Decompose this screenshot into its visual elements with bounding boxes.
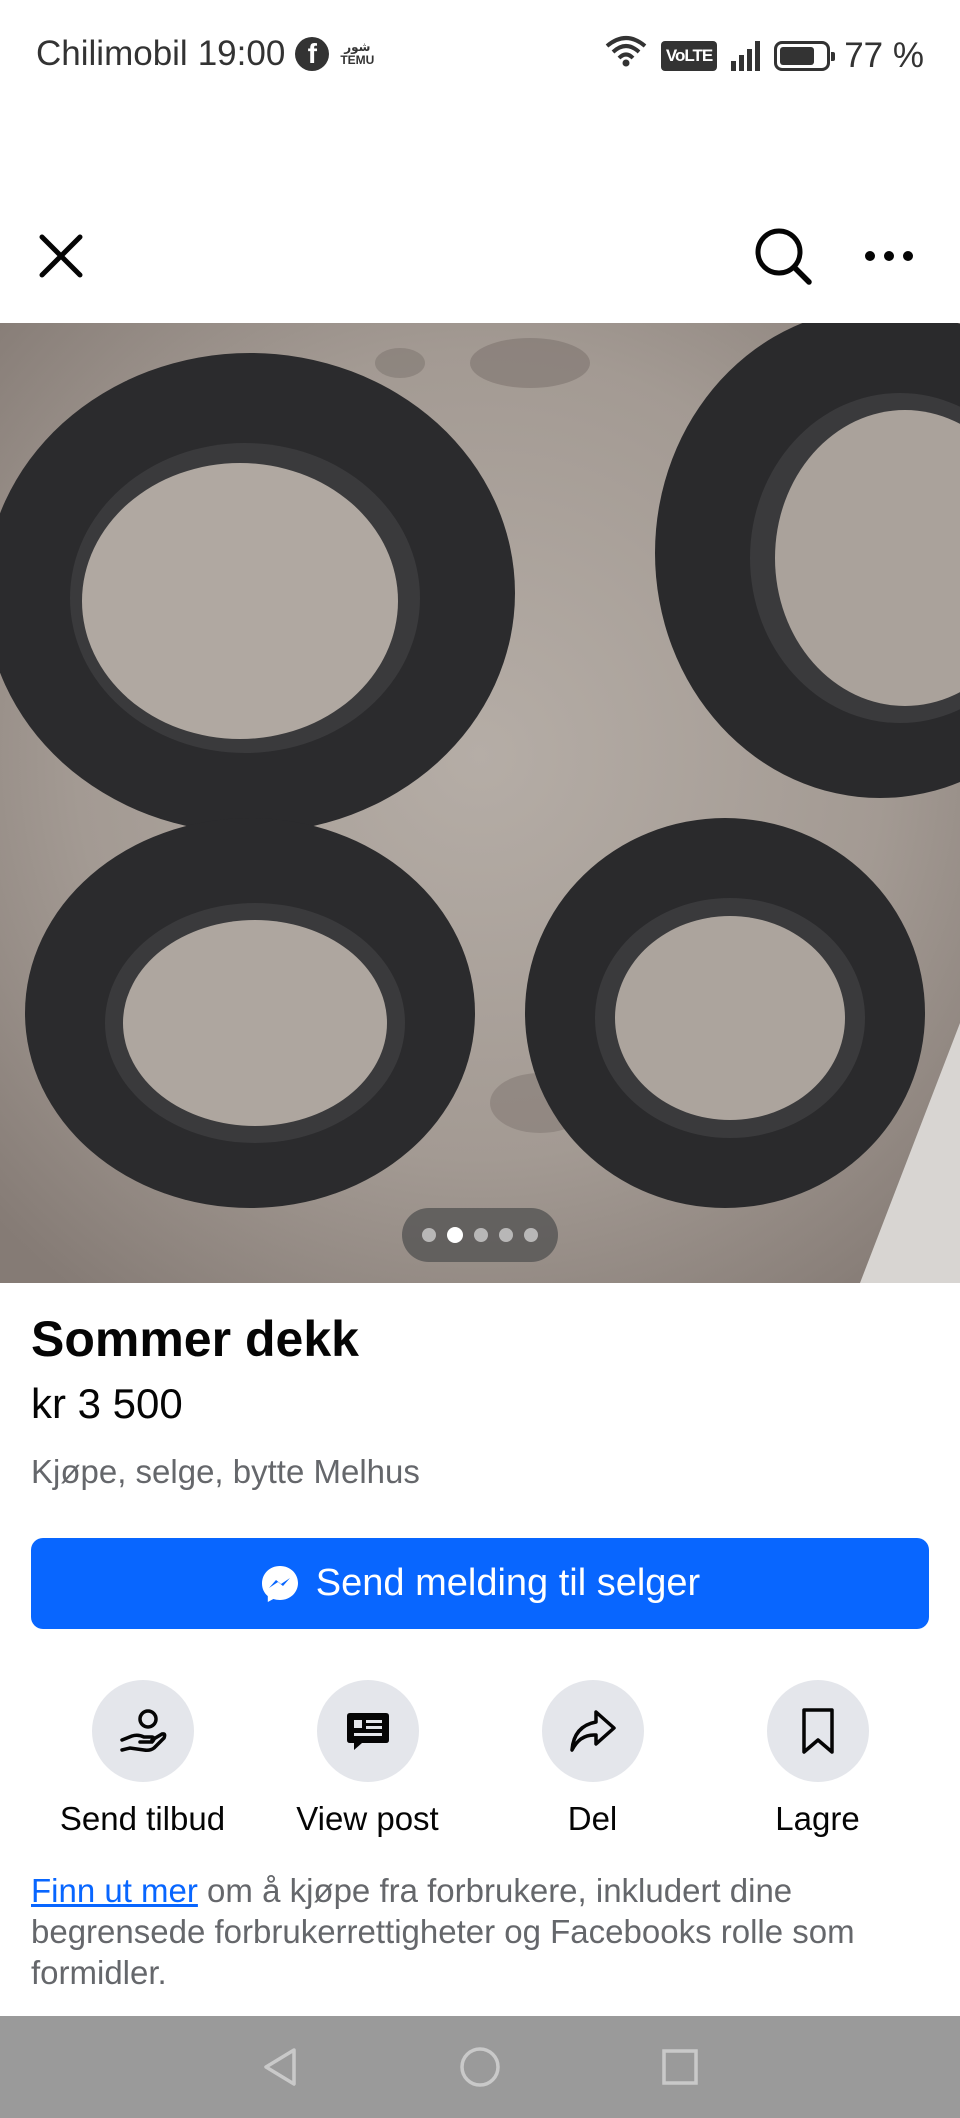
more-horizontal-icon bbox=[865, 251, 913, 261]
battery-icon bbox=[774, 40, 836, 71]
share-action[interactable]: Del bbox=[480, 1680, 705, 1838]
pager-dot bbox=[447, 1227, 463, 1243]
consumer-info-text: Finn ut mer om å kjøpe fra forbrukere, i… bbox=[31, 1870, 941, 1993]
bookmark-icon bbox=[801, 1708, 834, 1754]
save-label: Lagre bbox=[775, 1800, 860, 1837]
send-offer-button[interactable] bbox=[91, 1680, 194, 1782]
listing-header bbox=[0, 200, 960, 312]
messenger-icon bbox=[260, 1564, 300, 1604]
save-action[interactable]: Lagre bbox=[705, 1680, 930, 1838]
battery-fill bbox=[780, 46, 815, 65]
status-time: 19:00 bbox=[197, 34, 286, 73]
recents-square-icon bbox=[662, 2049, 698, 2085]
pager-dot bbox=[474, 1228, 488, 1242]
status-left: Chilimobil 19:00 f شور TEMU bbox=[36, 34, 375, 74]
home-circle-icon bbox=[460, 2047, 500, 2087]
post-icon bbox=[346, 1713, 389, 1750]
system-nav-bar bbox=[0, 2016, 960, 2118]
search-icon bbox=[755, 228, 812, 285]
pager-dot bbox=[422, 1228, 436, 1242]
learn-more-link[interactable]: Finn ut mer bbox=[31, 1872, 198, 1909]
action-row: Send tilbud View post Del Lagre bbox=[0, 1680, 960, 1838]
back-triangle-icon bbox=[264, 2048, 296, 2086]
offer-hand-icon bbox=[119, 1709, 166, 1752]
listing-photo[interactable] bbox=[0, 323, 960, 1283]
carrier-name: Chilimobil bbox=[36, 34, 188, 73]
nav-recents-button[interactable] bbox=[655, 2042, 705, 2092]
listing-group[interactable]: Kjøpe, selge, bytte Melhus bbox=[31, 1453, 420, 1491]
more-options-button[interactable] bbox=[858, 225, 920, 287]
wifi-icon bbox=[605, 34, 647, 77]
search-button[interactable] bbox=[752, 225, 814, 287]
view-post-action[interactable]: View post bbox=[255, 1680, 480, 1838]
pager-dot bbox=[499, 1228, 513, 1242]
nav-home-button[interactable] bbox=[455, 2042, 505, 2092]
listing-title: Sommer dekk bbox=[31, 1311, 359, 1367]
volte-badge: VoLTE bbox=[660, 40, 718, 71]
pager-dot bbox=[524, 1228, 538, 1242]
view-post-label: View post bbox=[296, 1800, 439, 1837]
share-label: Del bbox=[567, 1800, 618, 1837]
send-message-label: Send melding til selger bbox=[315, 1562, 701, 1604]
view-post-button[interactable] bbox=[316, 1680, 419, 1782]
close-button[interactable] bbox=[30, 225, 92, 287]
temu-icon-bottom: TEMU bbox=[340, 53, 375, 67]
share-button[interactable] bbox=[541, 1680, 644, 1782]
share-icon bbox=[569, 1710, 616, 1752]
battery-percent: 77 % bbox=[844, 35, 924, 75]
status-right: VoLTE 77 % bbox=[605, 34, 924, 77]
listing-price: kr 3 500 bbox=[31, 1380, 183, 1427]
tire-photo bbox=[0, 323, 960, 1283]
temu-notification-icon: شور TEMU bbox=[339, 41, 375, 67]
send-offer-label: Send tilbud bbox=[59, 1800, 226, 1837]
signal-icon bbox=[731, 40, 761, 71]
status-bar: Chilimobil 19:00 f شور TEMU VoLTE 77 % bbox=[0, 0, 960, 115]
nav-back-button[interactable] bbox=[255, 2042, 305, 2092]
save-button[interactable] bbox=[766, 1680, 869, 1782]
close-icon bbox=[39, 234, 83, 278]
photo-pager bbox=[402, 1208, 558, 1262]
send-message-button[interactable]: Send melding til selger bbox=[31, 1538, 929, 1629]
send-offer-action[interactable]: Send tilbud bbox=[30, 1680, 255, 1838]
facebook-notification-icon: f bbox=[295, 37, 330, 71]
